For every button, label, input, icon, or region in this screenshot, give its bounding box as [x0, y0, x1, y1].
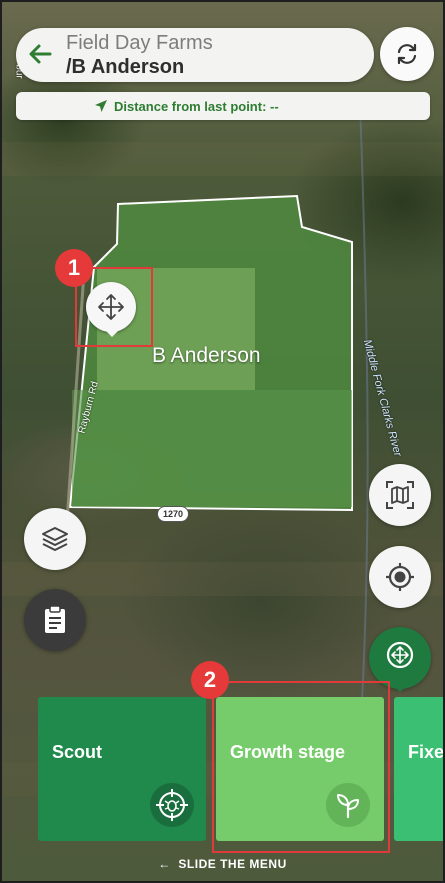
notes-button[interactable]	[24, 589, 86, 651]
menu-card-label: Scout	[52, 742, 103, 762]
pin-move-icon	[386, 641, 414, 669]
map-view-button[interactable]	[369, 464, 431, 526]
slide-menu-text: SLIDE THE MENU	[178, 857, 287, 871]
menu-card-fixed[interactable]: Fixe	[394, 697, 445, 841]
move-marker-button[interactable]	[86, 282, 136, 332]
distance-bar: Distance from last point: --	[16, 92, 430, 120]
farm-name: Field Day Farms	[66, 32, 213, 54]
layers-icon	[42, 527, 68, 551]
pin-move-button[interactable]	[369, 627, 431, 689]
callout-box-2	[212, 681, 390, 853]
map-screen[interactable]: B Anderson Rayburn Rd bur Middle Fork Cl…	[0, 0, 445, 883]
layers-button[interactable]	[24, 508, 86, 570]
refresh-button[interactable]	[380, 27, 434, 81]
arrow-left-icon[interactable]	[26, 40, 54, 68]
field-name-label: B Anderson	[152, 344, 261, 367]
callout-badge-2: 2	[191, 661, 229, 699]
menu-card-label: Fixe	[408, 742, 445, 762]
slide-menu-hint: ← SLIDE THE MENU	[2, 857, 443, 871]
refresh-icon	[397, 43, 417, 65]
scout-target-icon	[150, 783, 194, 827]
pin-move-pointer	[393, 685, 407, 692]
map-view-icon	[386, 481, 414, 509]
navigation-arrow-icon	[95, 100, 107, 112]
distance-text: Distance from last point: --	[114, 99, 279, 114]
move-icon	[98, 294, 124, 320]
arrow-left-icon: ←	[158, 857, 179, 871]
route-shield: 1270	[157, 506, 189, 522]
gps-button[interactable]	[369, 546, 431, 608]
move-marker-pointer	[104, 329, 120, 337]
field-name: /B Anderson	[66, 56, 185, 78]
header-bar: Field Day Farms /B Anderson	[16, 28, 374, 82]
menu-card-scout[interactable]: Scout	[38, 697, 206, 841]
gps-target-icon	[386, 563, 414, 591]
callout-badge-1: 1	[55, 249, 93, 287]
clipboard-icon	[45, 605, 65, 633]
